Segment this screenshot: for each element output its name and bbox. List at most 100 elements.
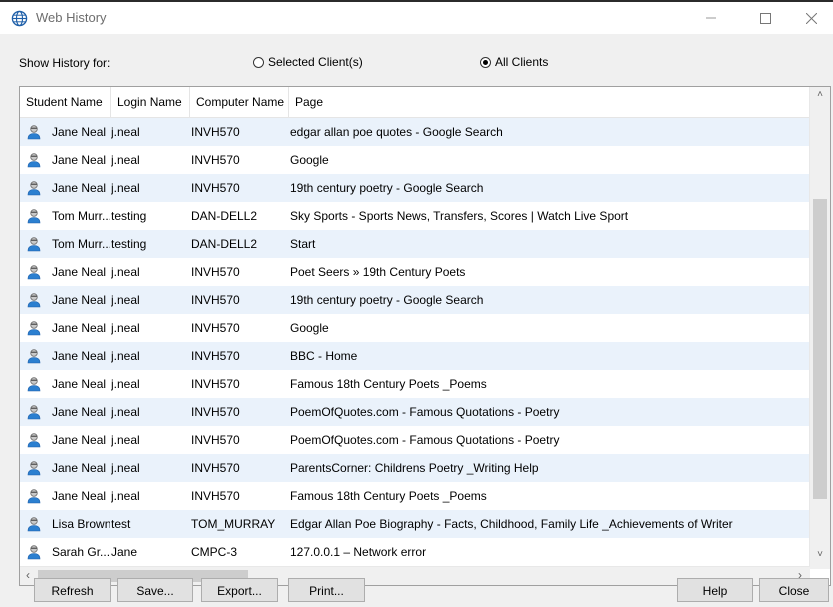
column-student-name[interactable]: Student Name xyxy=(20,87,111,117)
refresh-button[interactable]: Refresh xyxy=(34,578,111,602)
table-row[interactable]: Jane Neal j.neal INVH570 Poet Seers » 19th … xyxy=(20,258,810,286)
cell-student-name: Tom Murr... xyxy=(52,237,110,251)
table-row[interactable]: Lisa Brown test TOM_MURRAY Edgar Allan Poe … xyxy=(20,510,810,538)
user-icon xyxy=(27,181,41,196)
table-row[interactable]: Jane Neal j.neal INVH570 Google xyxy=(20,314,810,342)
cell-login-name: j.neal xyxy=(111,349,140,363)
user-icon xyxy=(27,545,41,560)
cell-page: Google xyxy=(290,153,329,167)
cell-login-name: j.neal xyxy=(111,461,140,475)
cell-login-name: j.neal xyxy=(111,265,140,279)
scroll-up-icon[interactable]: ˄ xyxy=(810,89,830,100)
save-button[interactable]: Save... xyxy=(117,578,193,602)
cell-login-name: j.neal xyxy=(111,153,140,167)
show-history-label: Show History for: xyxy=(19,56,111,70)
cell-computer-name: INVH570 xyxy=(191,377,240,391)
title-bar: Web History xyxy=(0,0,833,34)
cell-login-name: testing xyxy=(111,237,147,251)
cell-login-name: Jane xyxy=(111,545,138,559)
column-login-name[interactable]: Login Name xyxy=(111,87,190,117)
cell-computer-name: INVH570 xyxy=(191,349,240,363)
user-icon xyxy=(27,405,41,420)
export-button[interactable]: Export... xyxy=(201,578,278,602)
user-icon xyxy=(27,153,41,168)
cell-computer-name: INVH570 xyxy=(191,293,240,307)
cell-page: BBC - Home xyxy=(290,349,358,363)
cell-computer-name: INVH570 xyxy=(191,405,240,419)
selected-clients-radio[interactable]: Selected Client(s) xyxy=(253,55,363,69)
table-row[interactable]: Jane Neal j.neal INVH570 Google xyxy=(20,146,810,174)
maximize-icon xyxy=(759,12,771,24)
scroll-down-icon[interactable]: ˅ xyxy=(810,549,830,560)
cell-page: Famous 18th Century Poets _Poems xyxy=(290,489,487,503)
column-computer-name[interactable]: Computer Name xyxy=(190,87,289,117)
cell-student-name: Jane Neal xyxy=(52,461,107,475)
table-row[interactable]: Jane Neal j.neal INVH570 ParentsCorner: Chi… xyxy=(20,454,810,482)
cell-login-name: j.neal xyxy=(111,293,140,307)
minimize-button[interactable] xyxy=(688,2,734,34)
table-row[interactable]: Sarah Gr... Jane CMPC-3 127.0.0.1 – Network… xyxy=(20,538,810,566)
window-title: Web History xyxy=(36,10,107,25)
cell-page: 19th century poetry - Google Search xyxy=(290,181,484,195)
table-row[interactable]: Jane Neal j.neal INVH570 Famous 18th Centur… xyxy=(20,482,810,510)
cell-login-name: j.neal xyxy=(111,489,140,503)
cell-page: Start xyxy=(290,237,316,251)
vertical-scroll-thumb[interactable] xyxy=(813,199,827,499)
all-clients-radio[interactable]: All Clients xyxy=(480,55,548,69)
cell-student-name: Jane Neal xyxy=(52,349,107,363)
minimize-icon xyxy=(706,17,716,19)
table-row[interactable]: Jane Neal j.neal INVH570 19th century poetr… xyxy=(20,286,810,314)
user-icon xyxy=(27,489,41,504)
cell-computer-name: INVH570 xyxy=(191,125,240,139)
cell-computer-name: INVH570 xyxy=(191,321,240,335)
table-row[interactable]: Jane Neal j.neal INVH570 19th century poetr… xyxy=(20,174,810,202)
cell-login-name: j.neal xyxy=(111,181,140,195)
cell-login-name: j.neal xyxy=(111,433,140,447)
column-page[interactable]: Page xyxy=(289,87,810,117)
table-row[interactable]: Jane Neal j.neal INVH570 Famous 18th Centur… xyxy=(20,370,810,398)
cell-student-name: Jane Neal xyxy=(52,265,107,279)
cell-page: 127.0.0.1 – Network error xyxy=(290,545,427,559)
table-row[interactable]: Tom Murr... testing DAN-DELL2 Sky Sports - … xyxy=(20,202,810,230)
cell-student-name: Jane Neal xyxy=(52,153,107,167)
radio-indicator[interactable] xyxy=(253,56,264,68)
table-row[interactable]: Jane Neal j.neal INVH570 BBC - Home xyxy=(20,342,810,370)
cell-computer-name: DAN-DELL2 xyxy=(191,237,258,251)
close-button[interactable]: Close xyxy=(759,578,829,602)
radio-indicator[interactable] xyxy=(480,56,491,68)
cell-computer-name: INVH570 xyxy=(191,265,240,279)
cell-page: ParentsCorner: Childrens Poetry _Writing… xyxy=(290,461,539,475)
cell-page: PoemOfQuotes.com - Famous Quotations - P… xyxy=(290,433,560,447)
cell-computer-name: INVH570 xyxy=(191,489,240,503)
table-row[interactable]: Tom Murr... testing DAN-DELL2 Start xyxy=(20,230,810,258)
cell-computer-name: INVH570 xyxy=(191,461,240,475)
list-header: Student Name Login Name Computer Name Pa… xyxy=(20,87,810,118)
help-button[interactable]: Help xyxy=(677,578,753,602)
maximize-button[interactable] xyxy=(742,2,788,34)
print-button[interactable]: Print... xyxy=(288,578,365,602)
cell-page: edgar allan poe quotes - Google Search xyxy=(290,125,503,139)
close-window-button[interactable] xyxy=(788,2,833,34)
user-icon xyxy=(27,125,41,140)
cell-student-name: Sarah Gr... xyxy=(52,545,110,559)
table-row[interactable]: Jane Neal j.neal INVH570 PoemOfQuotes.com -… xyxy=(20,398,810,426)
cell-login-name: j.neal xyxy=(111,125,140,139)
web-history-list[interactable]: Student Name Login Name Computer Name Pa… xyxy=(19,86,831,586)
cell-login-name: testing xyxy=(111,209,147,223)
table-row[interactable]: Jane Neal j.neal INVH570 edgar allan poe qu… xyxy=(20,118,810,146)
user-icon xyxy=(27,377,41,392)
list-rows: Jane Neal j.neal INVH570 edgar allan poe qu… xyxy=(20,118,810,566)
user-icon xyxy=(27,209,41,224)
user-icon xyxy=(27,293,41,308)
cell-student-name: Jane Neal xyxy=(52,405,107,419)
cell-page: Famous 18th Century Poets _Poems xyxy=(290,377,487,391)
cell-page: Poet Seers » 19th Century Poets xyxy=(290,265,466,279)
table-row[interactable]: Jane Neal j.neal INVH570 PoemOfQuotes.com -… xyxy=(20,426,810,454)
vertical-scrollbar[interactable]: ˄ ˅ xyxy=(809,87,830,569)
cell-computer-name: INVH570 xyxy=(191,153,240,167)
cell-student-name: Jane Neal xyxy=(52,321,107,335)
cell-computer-name: INVH570 xyxy=(191,433,240,447)
cell-page: PoemOfQuotes.com - Famous Quotations - P… xyxy=(290,405,560,419)
cell-login-name: test xyxy=(111,517,131,531)
cell-student-name: Jane Neal xyxy=(52,125,107,139)
